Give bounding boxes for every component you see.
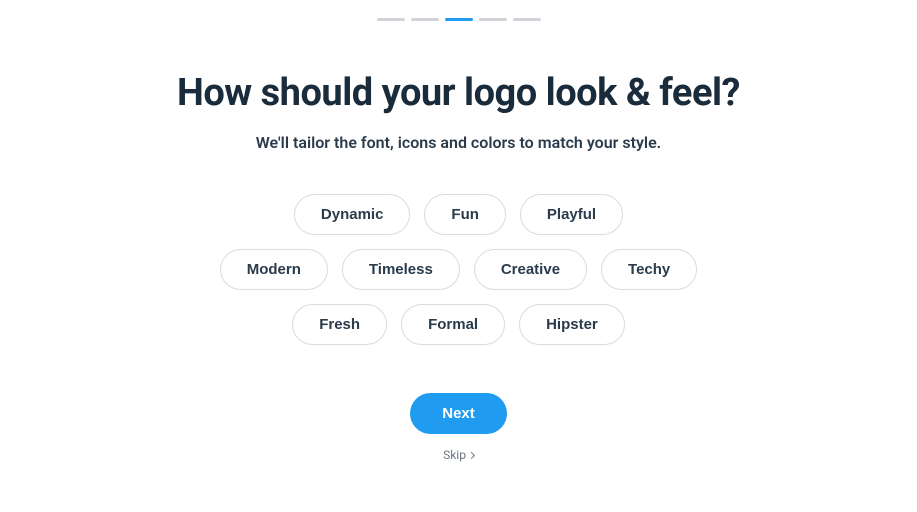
progress-segment-1 — [377, 18, 405, 21]
option-fun[interactable]: Fun — [424, 194, 506, 235]
style-options: Dynamic Fun Playful Modern Timeless Crea… — [220, 194, 698, 345]
progress-segment-3 — [445, 18, 473, 21]
progress-segment-4 — [479, 18, 507, 21]
option-timeless[interactable]: Timeless — [342, 249, 460, 290]
page-subtitle: We'll tailor the font, icons and colors … — [256, 133, 661, 152]
skip-link[interactable]: Skip — [443, 448, 474, 462]
option-fresh[interactable]: Fresh — [292, 304, 387, 345]
options-row-2: Modern Timeless Creative Techy — [220, 249, 698, 290]
options-row-1: Dynamic Fun Playful — [294, 194, 623, 235]
page-title: How should your logo look & feel? — [177, 71, 740, 115]
option-creative[interactable]: Creative — [474, 249, 587, 290]
chevron-right-icon — [468, 451, 475, 458]
progress-segment-5 — [513, 18, 541, 21]
option-dynamic[interactable]: Dynamic — [294, 194, 411, 235]
option-modern[interactable]: Modern — [220, 249, 328, 290]
option-playful[interactable]: Playful — [520, 194, 623, 235]
progress-segment-2 — [411, 18, 439, 21]
progress-bar — [377, 18, 541, 21]
next-button[interactable]: Next — [410, 393, 507, 434]
options-row-3: Fresh Formal Hipster — [292, 304, 625, 345]
option-formal[interactable]: Formal — [401, 304, 505, 345]
option-techy[interactable]: Techy — [601, 249, 697, 290]
skip-label: Skip — [443, 448, 466, 462]
option-hipster[interactable]: Hipster — [519, 304, 625, 345]
